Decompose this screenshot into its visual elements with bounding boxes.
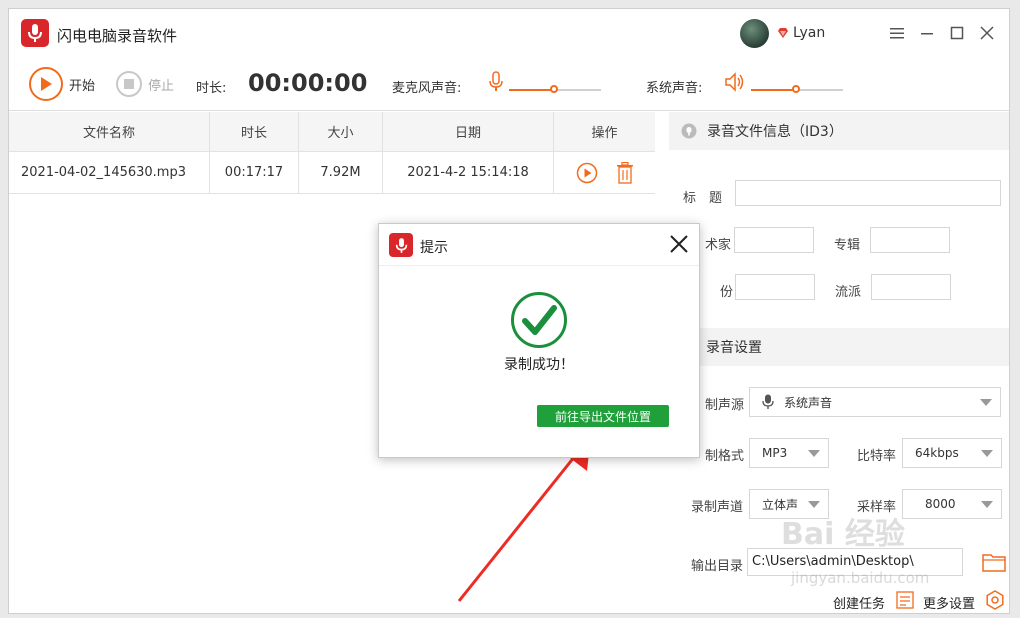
folder-icon[interactable]	[982, 552, 1006, 572]
channel-label: 录制声道	[691, 500, 744, 515]
samplerate-value: 8000	[925, 497, 956, 511]
chevron-down-icon	[981, 450, 993, 457]
chevron-down-icon	[808, 450, 820, 457]
more-settings-label[interactable]: 更多设置	[923, 593, 975, 612]
success-dialog: 提示 录制成功！ 前往导出文件位置	[378, 223, 700, 458]
settings-section-header: 录音设置	[669, 328, 1009, 366]
dialog-title: 提示	[420, 240, 448, 256]
album-input[interactable]	[870, 227, 950, 253]
output-label: 输出目录	[691, 559, 744, 574]
stop-label: 停止	[148, 78, 175, 94]
play-icon	[29, 67, 63, 101]
username[interactable]: Lyan	[793, 25, 825, 41]
cell-filename: 2021-04-02_145630.mp3	[9, 152, 210, 193]
chevron-down-icon	[980, 399, 992, 406]
mic-volume-label: 麦克风声音:	[392, 81, 462, 96]
title-label: 标 题	[683, 191, 723, 206]
play-icon[interactable]	[576, 162, 598, 184]
stop-button[interactable]: 停止	[116, 71, 174, 97]
bitrate-label: 比特率	[857, 449, 897, 464]
gear-icon[interactable]	[985, 590, 1005, 610]
trash-icon[interactable]	[616, 161, 634, 184]
cell-duration: 00:17:17	[210, 152, 299, 193]
watermark-url: jingyan.baidu.com	[791, 569, 930, 587]
bitrate-select[interactable]: 64kbps	[902, 438, 1002, 468]
col-duration[interactable]: 时长	[210, 112, 299, 151]
col-date[interactable]: 日期	[383, 112, 554, 151]
watermark: Bai 经验	[781, 517, 905, 552]
genre-input[interactable]	[871, 274, 951, 300]
vip-diamond-icon	[778, 28, 788, 38]
format-select[interactable]: MP3	[749, 438, 829, 468]
artist-label: 术家	[705, 238, 732, 253]
file-table: 文件名称 时长 大小 日期 操作 2021-04-02_145630.mp3 0…	[9, 112, 655, 194]
source-select[interactable]: 系统声音	[749, 387, 1001, 417]
system-volume-thumb[interactable]	[792, 85, 800, 93]
avatar[interactable]	[740, 19, 769, 48]
title-input[interactable]	[735, 180, 1001, 206]
speaker-icon	[725, 72, 744, 92]
chevron-down-icon	[981, 501, 993, 508]
start-button[interactable]: 开始	[29, 67, 95, 101]
task-list-icon[interactable]	[896, 591, 914, 609]
format-value: MP3	[762, 446, 788, 460]
artist-input[interactable]	[734, 227, 814, 253]
system-volume-label: 系统声音:	[646, 81, 703, 96]
year-label: 份	[720, 285, 734, 300]
year-input[interactable]	[735, 274, 815, 300]
app-title: 闪电电脑录音软件	[57, 27, 178, 45]
minimize-icon[interactable]	[916, 22, 938, 44]
microphone-icon	[489, 71, 503, 91]
maximize-icon[interactable]	[946, 22, 968, 44]
info-icon	[681, 123, 697, 139]
settings-section-title: 录音设置	[706, 340, 762, 356]
title-bar: 闪电电脑录音软件 Lyan	[9, 9, 1009, 59]
bitrate-value: 64kbps	[915, 446, 959, 460]
open-export-location-button[interactable]: 前往导出文件位置	[537, 405, 669, 427]
close-icon[interactable]	[669, 234, 689, 254]
chevron-down-icon	[808, 501, 820, 508]
success-check-icon	[511, 292, 567, 348]
cell-actions	[554, 152, 655, 193]
duration-label: 时长:	[196, 81, 227, 96]
samplerate-select[interactable]: 8000	[902, 489, 1002, 519]
genre-label: 流派	[835, 285, 862, 300]
dialog-message: 录制成功！	[504, 357, 574, 373]
stop-icon	[116, 71, 142, 97]
microphone-logo-icon	[389, 233, 413, 257]
col-filename[interactable]: 文件名称	[9, 112, 210, 151]
toolbar: 开始 停止 时长: 00:00:00 麦克风声音: 系统声音:	[9, 59, 1009, 111]
microphone-icon	[762, 394, 774, 409]
id3-section-header: 录音文件信息（ID3）	[669, 112, 1009, 150]
id3-section-title: 录音文件信息（ID3）	[707, 124, 843, 140]
col-actions: 操作	[591, 126, 618, 141]
table-row[interactable]: 2021-04-02_145630.mp3 00:17:17 7.92M 202…	[9, 152, 655, 194]
source-label: 制声源	[705, 398, 745, 413]
format-label: 制格式	[705, 449, 745, 464]
cell-size: 7.92M	[299, 152, 383, 193]
start-label: 开始	[69, 78, 96, 94]
dialog-header: 提示	[379, 224, 699, 266]
app-window: 闪电电脑录音软件 Lyan 开始 停止 时长: 00:00:00 麦克风声音: …	[8, 8, 1010, 614]
mic-volume-thumb[interactable]	[550, 85, 558, 93]
cell-date: 2021-4-2 15:14:18	[383, 152, 554, 193]
system-volume-fill	[751, 89, 797, 91]
source-value: 系统声音	[784, 395, 833, 410]
table-header: 文件名称 时长 大小 日期 操作	[9, 112, 655, 152]
timer-display: 00:00:00	[248, 69, 368, 97]
microphone-logo-icon	[21, 19, 49, 47]
create-task-label[interactable]: 创建任务	[833, 593, 885, 612]
album-label: 专辑	[834, 238, 861, 253]
col-size[interactable]: 大小	[299, 112, 383, 151]
close-icon[interactable]	[976, 22, 998, 44]
mic-volume-fill	[509, 89, 555, 91]
menu-icon[interactable]	[886, 22, 908, 44]
